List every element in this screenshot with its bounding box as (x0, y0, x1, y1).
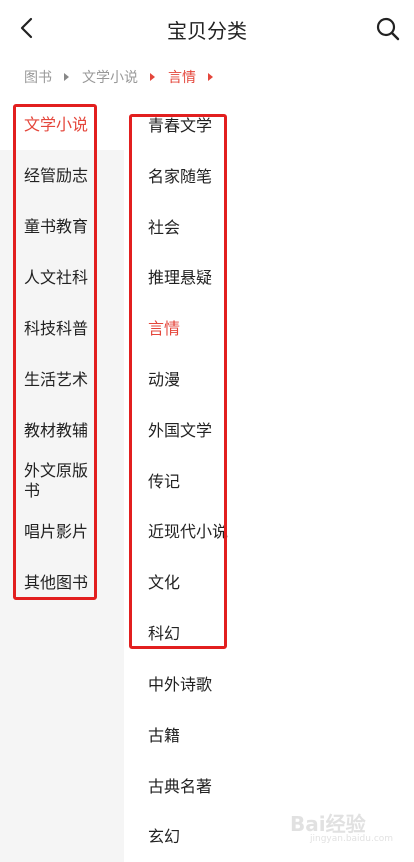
left-category-item[interactable]: 其他图书 (24, 573, 96, 593)
left-category-item[interactable]: 生活艺术 (24, 370, 96, 390)
header-bar: 宝贝分类 (0, 0, 414, 56)
subcategory-item[interactable]: 近现代小说 (148, 522, 230, 542)
primary-category-list: 文学小说 经管励志 童书教育 人文社科 科技科普 生活艺术 教材教辅 外文原版书… (0, 100, 124, 862)
page-title: 宝贝分类 (167, 19, 247, 43)
left-category-item[interactable]: 外文原版书 (24, 461, 96, 501)
subcategory-item[interactable]: 科幻 (148, 624, 230, 644)
subcategory-item[interactable]: 中外诗歌 (148, 675, 230, 695)
left-category-item[interactable]: 人文社科 (24, 268, 96, 288)
subcategory-item[interactable]: 玄幻 (148, 827, 230, 847)
watermark-subtext: jingyan.baidu.com (310, 834, 394, 844)
subcategory-item[interactable]: 推理悬疑 (148, 268, 230, 288)
subcategory-item[interactable]: 文化 (148, 573, 230, 593)
breadcrumb-arrow-icon (208, 73, 213, 81)
breadcrumb-arrow-icon (64, 73, 69, 81)
left-category-item[interactable]: 经管励志 (24, 166, 96, 186)
subcategory-list: 青春文学 名家随笔 社会 推理悬疑 言情 动漫 外国文学 传记 近现代小说 文化… (124, 100, 414, 862)
search-button[interactable] (374, 15, 402, 43)
watermark-logo: Bai经验 jingyan.baidu.com (290, 802, 400, 844)
subcategory-item[interactable]: 动漫 (148, 370, 230, 390)
left-category-item[interactable]: 唱片影片 (24, 522, 96, 542)
left-category-item[interactable]: 教材教辅 (24, 421, 96, 441)
breadcrumb-item-romance[interactable]: 言情 (168, 67, 196, 87)
subcategory-item[interactable]: 古典名著 (148, 777, 230, 797)
subcategory-item[interactable]: 青春文学 (148, 116, 230, 136)
subcategory-item[interactable]: 传记 (148, 472, 230, 492)
breadcrumb-item-books[interactable]: 图书 (24, 67, 52, 87)
left-category-item[interactable]: 文学小说 (24, 115, 96, 135)
left-category-item[interactable]: 科技科普 (24, 319, 96, 339)
subcategory-item[interactable]: 社会 (148, 218, 230, 238)
subcategory-item[interactable]: 外国文学 (148, 421, 230, 441)
breadcrumb: 图书 文学小说 言情 (24, 66, 226, 88)
watermark-text: Bai经验 (290, 812, 366, 836)
breadcrumb-item-literature[interactable]: 文学小说 (82, 67, 138, 87)
search-icon (376, 17, 400, 41)
subcategory-item[interactable]: 名家随笔 (148, 167, 230, 187)
breadcrumb-arrow-icon (150, 73, 155, 81)
subcategory-item[interactable]: 古籍 (148, 726, 230, 746)
left-category-item[interactable]: 童书教育 (24, 217, 96, 237)
subcategory-item[interactable]: 言情 (148, 319, 230, 339)
